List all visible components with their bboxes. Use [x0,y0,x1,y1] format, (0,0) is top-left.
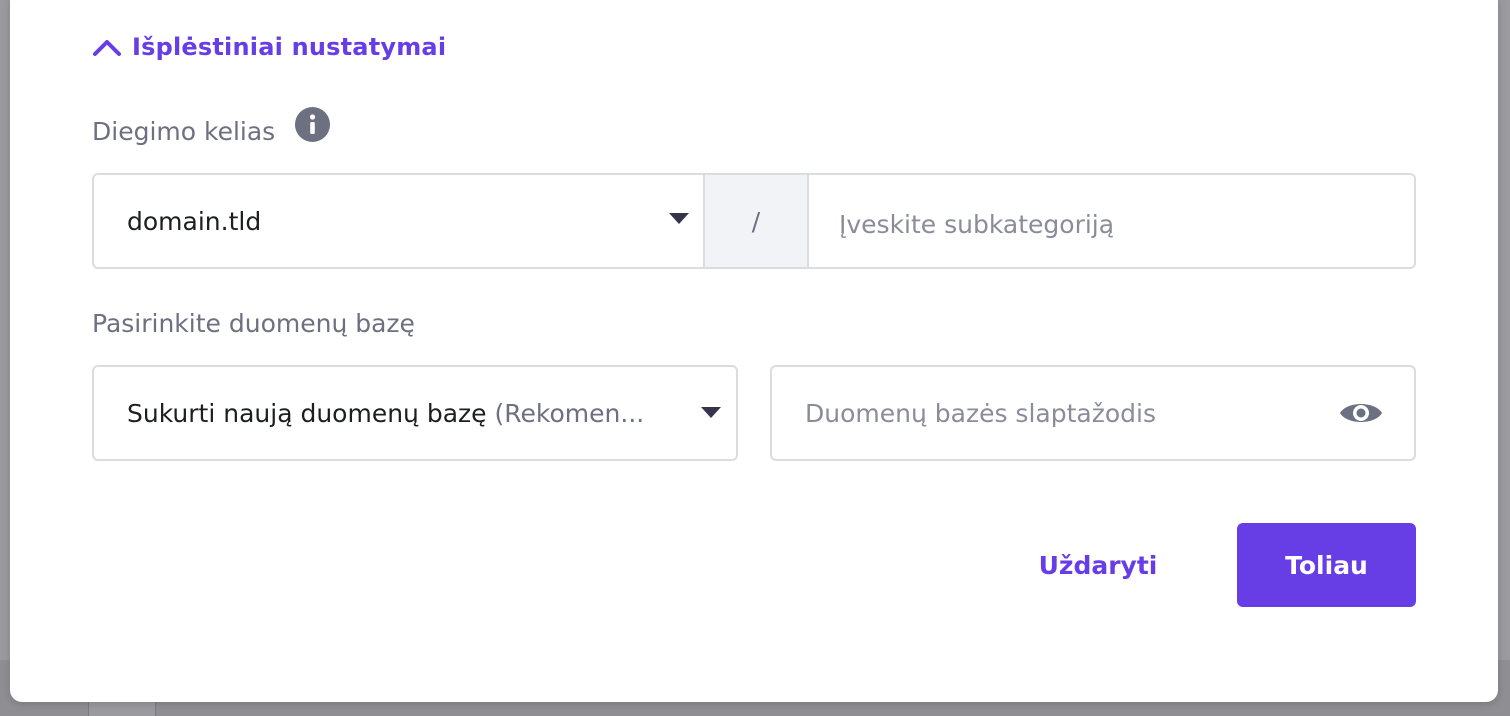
info-icon[interactable] [295,107,330,142]
caret-down-icon [669,213,689,224]
path-separator: / [703,175,809,267]
caret-down-icon [701,407,721,418]
close-button[interactable]: Uždaryti [1020,523,1176,607]
next-button[interactable]: Toliau [1237,523,1416,607]
eye-glyph [1340,404,1382,422]
database-select-hint: (Rekomen... [494,398,645,428]
database-password-field [770,365,1416,461]
domain-select-value: domain.tld [127,206,262,236]
database-password-input[interactable] [772,367,1338,459]
eye-icon[interactable] [1338,398,1384,428]
database-select[interactable]: Sukurti naują duomenų bazę (Rekomen... [92,365,738,461]
chevron-up-icon [93,40,121,56]
info-glyph [309,114,316,134]
advanced-settings-toggle[interactable]: Išplėstiniai nustatymai [92,30,446,64]
install-path-label: Diegimo kelias [92,117,276,146]
subdirectory-input[interactable] [809,175,1414,267]
domain-select[interactable]: domain.tld [94,175,703,267]
database-label: Pasirinkite duomenų bazę [92,309,415,338]
advanced-settings-label: Išplėstiniai nustatymai [132,33,447,61]
install-path-group: domain.tld / [92,173,1416,269]
database-select-value: Sukurti naują duomenų bazę [127,398,487,428]
